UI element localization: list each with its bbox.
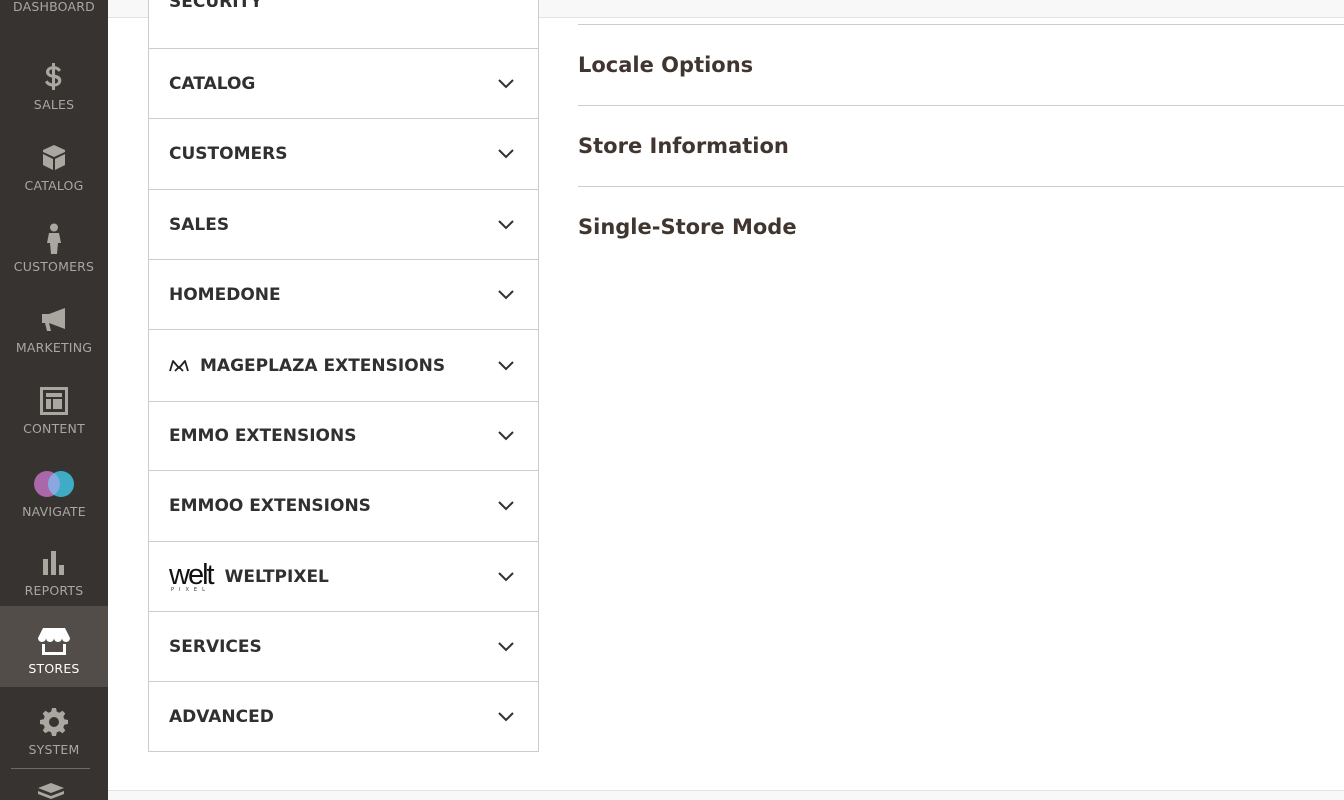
nav-item-dashboard[interactable]: DASHBOARD xyxy=(0,0,108,25)
nav-item-sales[interactable]: SALES xyxy=(0,42,108,123)
config-tab-label: ADVANCED xyxy=(169,706,274,727)
nav-item-content[interactable]: CONTENT xyxy=(0,366,108,447)
bar-chart-icon xyxy=(0,548,108,578)
nav-item-label: CATALOG xyxy=(24,178,84,193)
nav-item-label: SALES xyxy=(33,97,75,112)
nav-item-stores[interactable]: STORES xyxy=(0,606,108,687)
config-tab-customers[interactable]: CUSTOMERS xyxy=(149,119,538,190)
admin-sidebar: DASHBOARD SALES CATALOG CUSTOMERS MARKET… xyxy=(0,0,108,800)
chevron-down-icon xyxy=(498,149,514,159)
layout-icon xyxy=(0,386,108,416)
nav-item-reports[interactable]: REPORTS xyxy=(0,528,108,609)
nav-item-label: SYSTEM xyxy=(28,742,80,757)
chevron-down-icon xyxy=(498,78,514,88)
mageplaza-logo-icon xyxy=(169,359,189,372)
config-tab-label: SECURITY xyxy=(169,0,263,12)
nav-item-label: CONTENT xyxy=(23,421,85,436)
config-tab-security[interactable]: SECURITY xyxy=(149,0,538,49)
config-tab-label: SALES xyxy=(169,214,230,235)
storefront-icon xyxy=(0,626,108,656)
section-single-store-mode[interactable]: Single-Store Mode xyxy=(578,186,1344,268)
page-footer-strip xyxy=(108,790,1344,800)
chevron-down-icon xyxy=(498,641,514,651)
dollar-icon xyxy=(0,62,108,92)
config-tab-mageplaza-extensions[interactable]: MAGEPLAZA EXTENSIONS xyxy=(149,330,538,402)
chevron-down-icon xyxy=(498,571,514,581)
config-tab-label: CATALOG xyxy=(169,73,256,94)
section-title: Single-Store Mode xyxy=(578,215,797,239)
chevron-down-icon xyxy=(498,711,514,721)
nav-item-system[interactable]: SYSTEM xyxy=(0,687,108,768)
config-tab-label: CUSTOMERS xyxy=(169,144,288,164)
nav-item-label: REPORTS xyxy=(24,583,84,598)
nav-item-navigate[interactable]: NAVIGATE xyxy=(0,449,108,530)
config-tab-label: WELTPIXEL xyxy=(224,566,329,587)
chevron-down-icon xyxy=(498,431,514,441)
nav-item-marketing[interactable]: MARKETING xyxy=(0,285,108,366)
config-tab-sales[interactable]: SALES xyxy=(149,190,538,260)
config-tab-advanced[interactable]: ADVANCED xyxy=(149,682,538,751)
nav-item-label: MARKETING xyxy=(15,340,93,355)
nav-item-label: STORES xyxy=(28,661,80,676)
config-tab-label: EMMOO EXTENSIONS xyxy=(169,496,371,516)
section-store-information[interactable]: Store Information xyxy=(578,105,1344,187)
chevron-down-icon xyxy=(498,219,514,229)
config-tab-emmoo-extensions[interactable]: EMMOO EXTENSIONS xyxy=(149,471,538,542)
person-icon xyxy=(0,223,108,254)
config-tab-services[interactable]: SERVICES xyxy=(149,612,538,682)
config-tab-label: SERVICES xyxy=(169,636,262,657)
config-tab-label: EMMO EXTENSIONS xyxy=(169,426,357,446)
weltpixel-logo-icon: welt PIXEL xyxy=(169,558,215,593)
config-tab-emmo-extensions[interactable]: EMMO EXTENSIONS xyxy=(149,402,538,471)
nav-item-label: CUSTOMERS xyxy=(13,259,95,274)
nav-divider xyxy=(11,768,90,769)
section-locale-options[interactable]: Locale Options xyxy=(578,24,1344,106)
megaphone-icon xyxy=(0,305,108,335)
gear-icon xyxy=(0,707,108,737)
config-tab-label-wrap: MAGEPLAZA EXTENSIONS xyxy=(169,356,445,376)
config-tab-catalog[interactable]: CATALOG xyxy=(149,49,538,119)
chevron-down-icon xyxy=(498,289,514,299)
section-title: Store Information xyxy=(578,134,789,158)
extensions-icon[interactable] xyxy=(36,782,66,800)
nav-item-catalog[interactable]: CATALOG xyxy=(0,123,108,204)
chevron-down-icon xyxy=(498,501,514,511)
config-tabs-panel: SECURITY CATALOG CUSTOMERS SALES HOMEDON… xyxy=(148,0,539,752)
section-title: Locale Options xyxy=(578,53,754,77)
config-tab-label: MAGEPLAZA EXTENSIONS xyxy=(200,355,446,376)
config-tab-weltpixel[interactable]: welt PIXEL WELTPIXEL xyxy=(149,542,538,612)
nav-item-label: DASHBOARD xyxy=(13,0,95,14)
box-icon xyxy=(0,143,108,173)
navigate-logo-icon xyxy=(0,469,108,499)
config-tab-homedone[interactable]: HOMEDONE xyxy=(149,260,538,330)
nav-item-customers[interactable]: CUSTOMERS xyxy=(0,204,108,285)
chevron-down-icon xyxy=(498,360,514,370)
nav-item-label: NAVIGATE xyxy=(22,504,86,519)
config-tab-label-wrap: welt PIXEL WELTPIXEL xyxy=(169,558,329,593)
config-tab-label: HOMEDONE xyxy=(169,284,281,305)
